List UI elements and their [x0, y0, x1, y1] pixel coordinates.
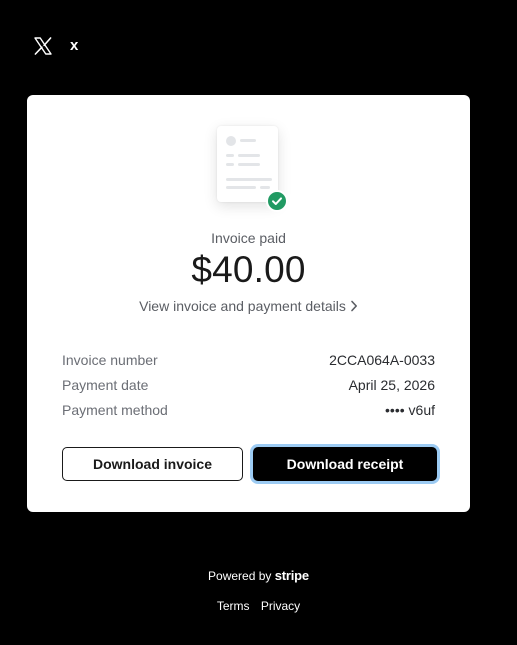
- powered-by-label: Powered by: [208, 569, 272, 583]
- terms-link[interactable]: Terms: [217, 599, 250, 613]
- view-details-link-label: View invoice and payment details: [139, 298, 346, 314]
- footer-links: Terms Privacy: [0, 598, 517, 614]
- summary-row-invoice-number: Invoice number 2CCA064A-0033: [62, 351, 435, 376]
- chevron-right-icon: [350, 299, 358, 315]
- download-invoice-button[interactable]: Download invoice: [62, 447, 243, 481]
- summary-label: Payment date: [62, 377, 149, 393]
- check-circle-icon: [266, 190, 288, 212]
- invoice-document-icon: [217, 126, 288, 212]
- merchant-name: x: [70, 37, 79, 54]
- invoice-summary: Invoice number 2CCA064A-0033 Payment dat…: [62, 351, 435, 426]
- invoice-status: Invoice paid: [211, 230, 286, 246]
- summary-value: •••• v6uf: [385, 402, 435, 418]
- summary-row-payment-method: Payment method •••• v6uf: [62, 401, 435, 426]
- privacy-link[interactable]: Privacy: [261, 599, 300, 613]
- view-details-link[interactable]: View invoice and payment details: [27, 298, 470, 315]
- summary-value: 2CCA064A-0033: [329, 352, 435, 368]
- stripe-wordmark: stripe: [274, 568, 309, 583]
- invoice-card: Invoice paid $40.00 View invoice and pay…: [27, 95, 470, 512]
- invoice-amount: $40.00: [191, 249, 306, 290]
- summary-row-payment-date: Payment date April 25, 2026: [62, 376, 435, 401]
- merchant-header: x: [33, 36, 78, 56]
- summary-label: Payment method: [62, 402, 168, 418]
- download-receipt-button[interactable]: Download receipt: [253, 447, 437, 481]
- x-logo-icon: [33, 36, 53, 56]
- powered-by-stripe[interactable]: Powered by stripe: [0, 568, 517, 584]
- footer: Powered by stripe Terms Privacy: [0, 568, 517, 614]
- summary-value: April 25, 2026: [348, 377, 435, 393]
- summary-label: Invoice number: [62, 352, 158, 368]
